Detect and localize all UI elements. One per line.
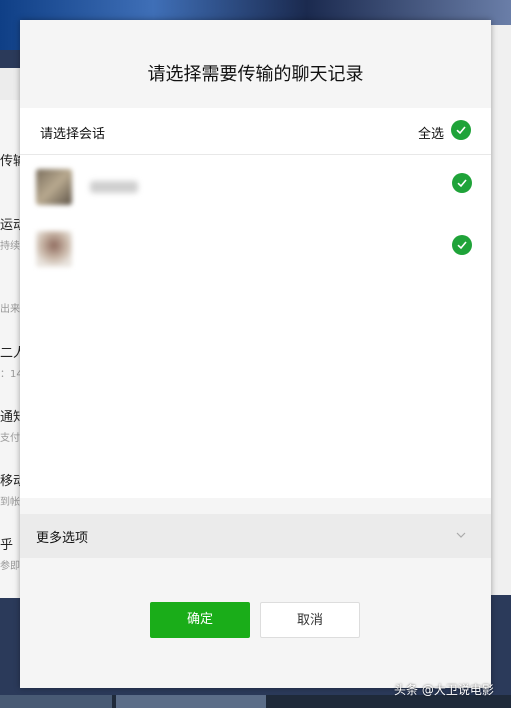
taskbar-item[interactable] [116, 695, 266, 708]
select-conversation-label: 请选择会话 [40, 127, 106, 142]
watermark: 头条 @大卫说电影 [394, 683, 494, 697]
conversation-check-icon[interactable] [452, 235, 472, 255]
cancel-button[interactable]: 取消 [260, 602, 360, 638]
transfer-dialog: 请选择需要传输的聊天记录 请选择会话 全选 更多选项 确定 取消 [20, 20, 491, 688]
select-all-check-icon[interactable] [451, 120, 471, 140]
confirm-button[interactable]: 确定 [150, 602, 250, 638]
taskbar-item[interactable] [0, 695, 112, 708]
conversation-name-blurred [90, 181, 138, 193]
dialog-title: 请选择需要传输的聊天记录 [147, 64, 364, 85]
conversation-check-icon[interactable] [452, 173, 472, 193]
more-options-row[interactable]: 更多选项 [20, 514, 491, 558]
conversation-list[interactable] [20, 155, 491, 498]
avatar [36, 169, 72, 205]
list-item[interactable] [20, 155, 491, 215]
more-options-label: 更多选项 [36, 531, 89, 546]
background-chat-title: 乎 [0, 538, 14, 553]
select-all-label[interactable]: 全选 [418, 123, 444, 142]
avatar [36, 231, 72, 267]
background-right-window [488, 25, 511, 595]
chevron-down-icon[interactable] [454, 528, 468, 542]
list-item[interactable] [20, 217, 491, 277]
select-conversation-header: 请选择会话 全选 [20, 108, 491, 155]
